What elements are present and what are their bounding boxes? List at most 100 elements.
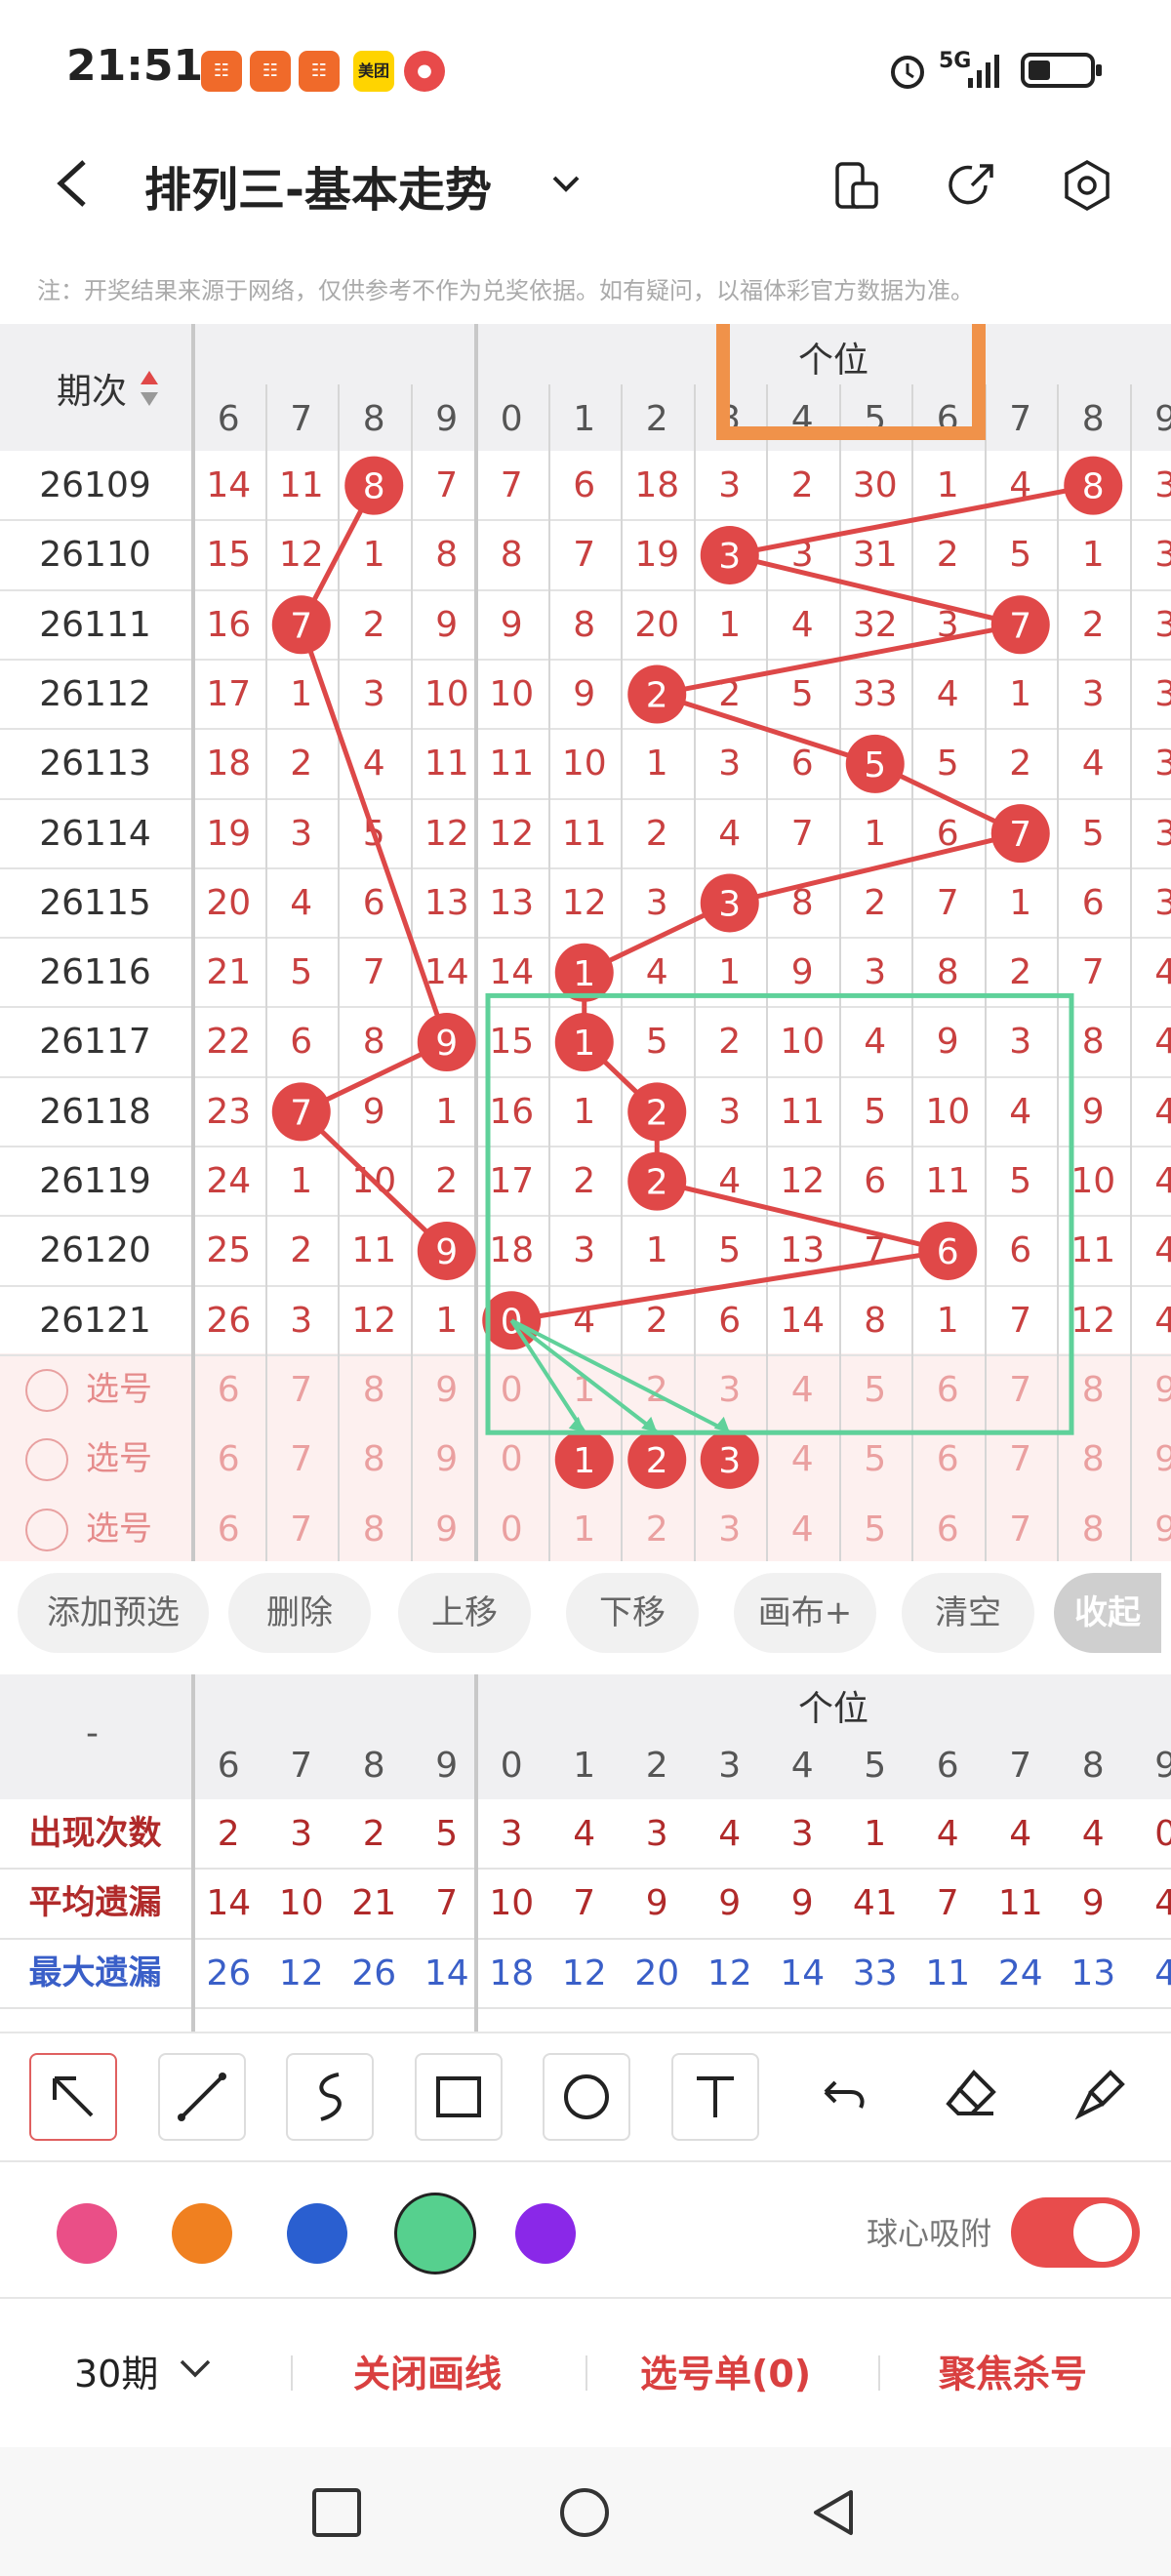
alarm-icon (886, 49, 929, 96)
snap-label: 球心吸附 (867, 2215, 992, 2252)
stats-cell: 11 (997, 1883, 1043, 1924)
circle-tool-button[interactable] (543, 2053, 630, 2141)
eraser-button[interactable] (929, 2053, 1013, 2137)
snap-toggle-knob[interactable] (1073, 2203, 1132, 2262)
stats-row-label: 出现次数 (28, 1814, 162, 1853)
stats-cell: 10 (278, 1883, 324, 1924)
row-divider (0, 2006, 1171, 2009)
stats-column-header: 4 (790, 1746, 814, 1786)
stats-column-header: 1 (573, 1746, 596, 1786)
trend-line (729, 830, 1022, 906)
stats-cell: 0 (1154, 1814, 1171, 1854)
brush-button[interactable] (1058, 2053, 1142, 2137)
winning-number-ball-label: 1 (573, 954, 595, 994)
rectangle-tool-button[interactable] (415, 2053, 503, 2141)
meituan-icon: 美团 (353, 51, 394, 92)
status-time: 21:51 (66, 41, 204, 91)
color-swatch[interactable] (287, 2203, 347, 2264)
annotation-arrow[interactable] (510, 1318, 659, 1434)
stats-column-header: 5 (864, 1746, 887, 1786)
stats-cell: 3 (790, 1814, 814, 1854)
color-swatch[interactable] (172, 2203, 232, 2264)
stats-corner: - (86, 1713, 99, 1753)
focus-kill-button[interactable]: 聚焦杀号 (939, 2344, 1087, 2397)
trend-line (729, 483, 1094, 558)
stats-column-header: 8 (362, 1746, 385, 1786)
app-notification-icon: ☷ (250, 51, 291, 92)
winning-number-ball-label: 7 (290, 606, 312, 646)
share-icon[interactable] (943, 156, 1001, 215)
stats-column-header: 0 (500, 1746, 523, 1786)
stats-cell: 7 (573, 1883, 596, 1924)
stats-cell: 5 (435, 1814, 459, 1854)
stats-column-header: 3 (718, 1746, 742, 1786)
rotate-screen-icon[interactable] (828, 156, 886, 215)
title-dropdown-icon[interactable] (546, 164, 586, 203)
stats-cell: 4 (1154, 1883, 1171, 1924)
stats-cell: 2 (217, 1814, 240, 1854)
stats-cell: 33 (852, 1952, 898, 1993)
stats-section-header: 个位 (798, 1689, 869, 1729)
stats-cell: 4 (1154, 1952, 1171, 1993)
annotation-rectangle[interactable] (716, 324, 986, 440)
chevron-down-icon[interactable] (176, 2354, 215, 2387)
home-icon[interactable] (558, 2486, 611, 2539)
recent-apps-icon[interactable] (310, 2486, 363, 2539)
stats-cell: 11 (925, 1952, 971, 1993)
trend-lines-layer: 8797983725731122601 2 3 (271, 324, 1123, 1489)
color-swatch[interactable] (57, 2203, 117, 2264)
stats-column-header: 6 (936, 1746, 959, 1786)
close-lines-button[interactable]: 关闭画线 (353, 2344, 502, 2397)
stats-cell: 26 (206, 1952, 252, 1993)
action-button[interactable]: 画布+ (734, 1573, 876, 1653)
app-notification-icon: ☷ (299, 51, 340, 92)
disclaimer-notice: 注：开奖结果来源于网络，仅供参考不作为兑奖依据。如有疑问，以福体彩官方数据为准。 (37, 277, 974, 304)
winning-number-ball-label: 7 (1009, 815, 1031, 855)
app-notification-icon: ● (404, 51, 445, 92)
annotation-arrow[interactable] (510, 1318, 731, 1434)
stats-cell: 4 (1081, 1814, 1105, 1854)
action-button[interactable]: 删除 (228, 1573, 371, 1653)
stats-cell: 24 (997, 1952, 1043, 1993)
selected-pick-ball-label: 2 (646, 1441, 668, 1481)
stats-cell: 26 (351, 1952, 397, 1993)
action-button[interactable]: 清空 (902, 1573, 1034, 1653)
pick-list-button[interactable]: 选号单(0) (640, 2344, 811, 2397)
separator (586, 2355, 587, 2391)
curve-tool-button[interactable] (286, 2053, 374, 2141)
stats-row-label: 平均遗漏 (28, 1883, 162, 1923)
winning-number-ball-label: 8 (363, 467, 385, 507)
settings-icon[interactable] (1058, 156, 1116, 215)
action-button[interactable]: 添加预选 (18, 1573, 209, 1653)
stats-cell: 12 (278, 1952, 324, 1993)
trend-line (300, 1109, 449, 1253)
page-title: 排列三-基本走势 (144, 163, 492, 218)
action-button[interactable]: 下移 (566, 1573, 699, 1653)
period-selector[interactable]: 30期 (74, 2344, 158, 2397)
trend-line (510, 1248, 949, 1323)
action-button[interactable]: 收起 (1054, 1573, 1161, 1653)
stats-cell: 13 (1070, 1952, 1116, 1993)
winning-number-ball-label: 8 (1082, 467, 1105, 507)
back-button[interactable] (49, 154, 98, 213)
arrow-tool-button[interactable] (29, 2053, 117, 2141)
color-swatch[interactable] (394, 2193, 476, 2274)
back-nav-icon[interactable] (808, 2486, 861, 2539)
winning-number-ball-label: 1 (573, 1024, 595, 1064)
text-tool-button[interactable] (671, 2053, 759, 2141)
action-button[interactable]: 上移 (398, 1573, 531, 1653)
stats-cell: 12 (561, 1952, 607, 1993)
winning-number-ball-label: 3 (718, 537, 741, 577)
selected-pick-ball-label: 1 (573, 1441, 595, 1481)
color-swatch[interactable] (515, 2203, 576, 2264)
stats-cell: 4 (936, 1814, 959, 1854)
line-tool-button[interactable] (158, 2053, 246, 2141)
undo-button[interactable] (800, 2053, 884, 2137)
stats-cell: 7 (936, 1883, 959, 1924)
winning-number-ball-label: 2 (646, 1093, 668, 1133)
winning-number-ball-label: 7 (290, 1093, 312, 1133)
stats-column-header: 8 (1081, 1746, 1105, 1786)
stats-cell: 14 (424, 1952, 469, 1993)
stats-cell: 9 (718, 1883, 742, 1924)
winning-number-ball-label: 9 (435, 1232, 458, 1272)
